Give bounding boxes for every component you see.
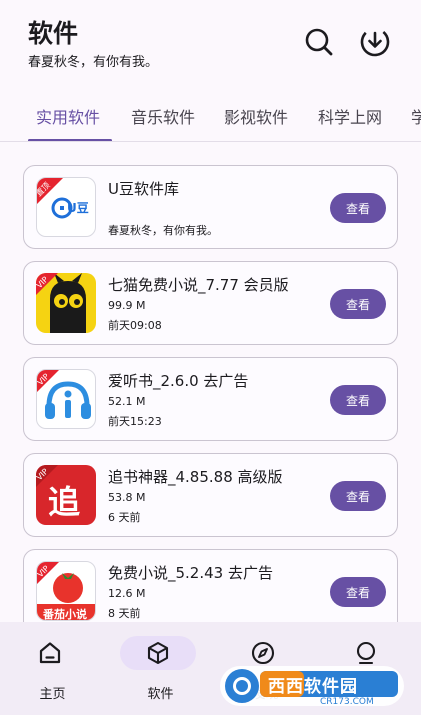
list-item[interactable]: VIP 爱听书_2.6.0 去广告 52.1 M 前天15:23 查看 [23, 357, 398, 441]
app-date: 前天15:23 [108, 415, 162, 428]
list-item[interactable]: 追 VIP 追书神器_4.85.88 高级版 53.8 M 6 天前 查看 [23, 453, 398, 537]
page-title: 软件 [28, 19, 79, 48]
download-button[interactable] [358, 25, 392, 59]
view-button[interactable]: 查看 [330, 385, 386, 415]
app-icon-udou: U豆 置顶 [36, 177, 96, 237]
app-icon-qimao: VIP [36, 273, 96, 333]
tab-proxy[interactable]: 科学上网 [318, 104, 382, 128]
home-icon [39, 642, 61, 664]
tab-video[interactable]: 影视软件 [224, 104, 288, 128]
app-list: U豆 置顶 U豆软件库 春夏秋冬，有你有我。 查看 VIP 七猫免费小说_7.7… [0, 142, 421, 622]
search-icon [305, 28, 333, 56]
app-icon-zhuishu: 追 VIP [36, 465, 96, 525]
app-name: U豆软件库 [108, 180, 179, 198]
app-size: 12.6 M [108, 587, 146, 600]
view-button[interactable]: 查看 [330, 289, 386, 319]
app-date: 6 天前 [108, 511, 141, 524]
category-tabs: 实用软件 音乐软件 影视软件 科学上网 学 [0, 92, 421, 142]
app-size: 52.1 M [108, 395, 146, 408]
nav-label: 主页 [39, 687, 66, 702]
watermark-logo: 西西软件园 CR173.COM [220, 662, 404, 710]
app-date: 8 天前 [108, 607, 141, 620]
cube-icon [147, 641, 169, 665]
view-button[interactable]: 查看 [330, 577, 386, 607]
tab-music[interactable]: 音乐软件 [131, 104, 195, 128]
page-subtitle: 春夏秋冬，有你有我。 [28, 55, 159, 70]
search-button[interactable] [302, 25, 336, 59]
app-icon-text: 追 [48, 483, 81, 521]
app-icon-fanqie: 番茄小说 VIP [36, 561, 96, 621]
nav-software[interactable]: 软件 [108, 622, 213, 715]
app-name: 爱听书_2.6.0 去广告 [108, 372, 249, 390]
download-icon [360, 27, 390, 57]
view-button[interactable]: 查看 [330, 481, 386, 511]
nav-label: 软件 [147, 687, 174, 702]
tab-practical[interactable]: 实用软件 [36, 104, 100, 128]
app-name: 免费小说_5.2.43 去广告 [108, 564, 273, 582]
watermark-subtext: CR173.COM [320, 697, 374, 707]
app-icon-aitingshu: VIP [36, 369, 96, 429]
app-date: 前天09:08 [108, 319, 162, 332]
app-icon-text: U豆 [67, 201, 89, 215]
app-description: 春夏秋冬，有你有我。 [108, 224, 218, 237]
app-header: 软件 春夏秋冬，有你有我。 [0, 0, 421, 92]
watermark-text: 西西软件园 [268, 677, 358, 697]
app-name: 追书神器_4.85.88 高级版 [108, 468, 283, 486]
list-item[interactable]: VIP 七猫免费小说_7.77 会员版 99.9 M 前天09:08 查看 [23, 261, 398, 345]
tab-study[interactable]: 学 [411, 104, 421, 128]
list-item[interactable]: 番茄小说 VIP 免费小说_5.2.43 去广告 12.6 M 8 天前 查看 [23, 549, 398, 622]
app-icon-text: 番茄小说 [43, 608, 87, 621]
app-size: 99.9 M [108, 299, 146, 312]
app-size: 53.8 M [108, 491, 146, 504]
view-button[interactable]: 查看 [330, 193, 386, 223]
app-name: 七猫免费小说_7.77 会员版 [108, 276, 289, 294]
list-item[interactable]: U豆 置顶 U豆软件库 春夏秋冬，有你有我。 查看 [23, 165, 398, 249]
nav-home[interactable]: 主页 [0, 622, 105, 715]
